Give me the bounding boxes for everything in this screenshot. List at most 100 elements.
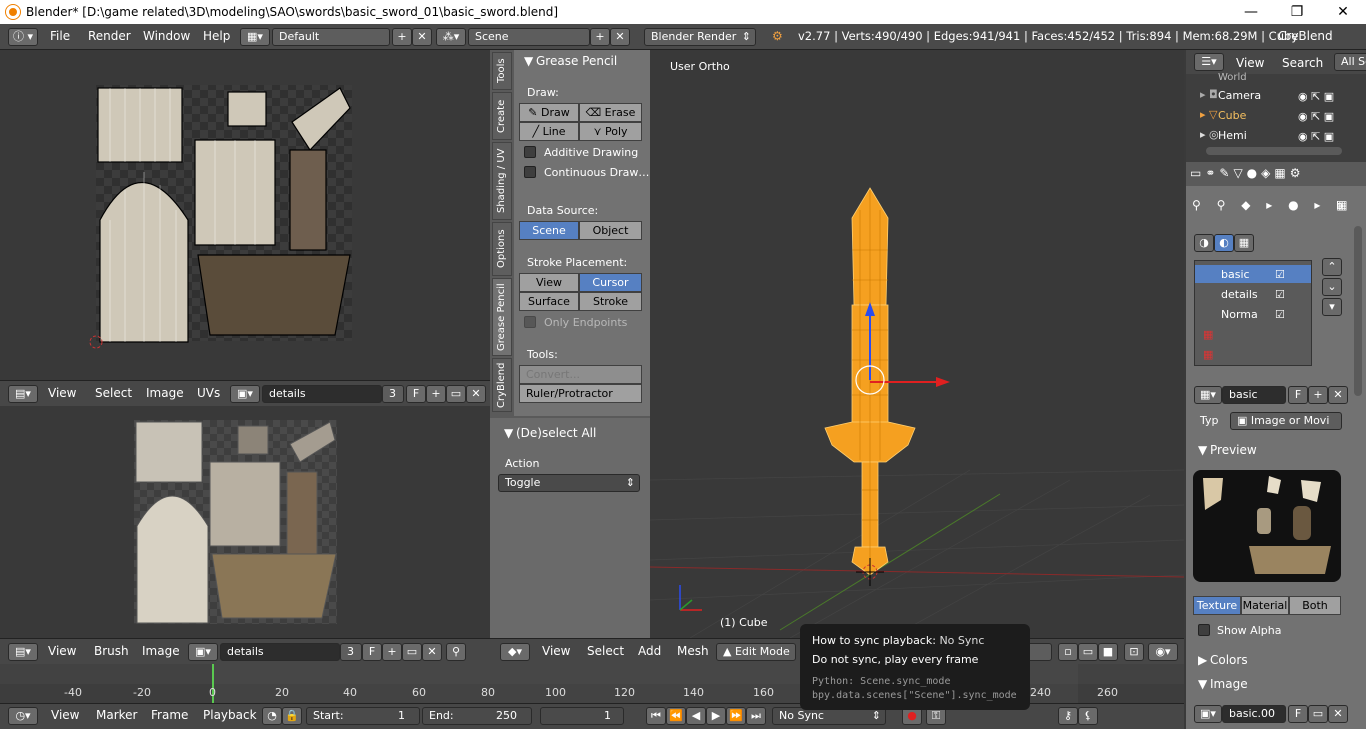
preview-tab-material[interactable]: Material: [1241, 596, 1289, 615]
preview-tab-both[interactable]: Both: [1289, 596, 1341, 615]
vp-menu-mesh[interactable]: Mesh: [677, 644, 709, 658]
tl-menu-frame[interactable]: Frame: [151, 708, 188, 722]
gp-continuous-checkbox[interactable]: [524, 166, 536, 178]
tl-jump-start-icon[interactable]: ⏮: [646, 707, 666, 725]
gp-placement-view-button[interactable]: View: [519, 273, 579, 292]
image-browse-icon[interactable]: ▣▾: [1194, 705, 1222, 723]
tab-cryblend[interactable]: CryBlend: [492, 358, 512, 412]
vp-menu-add[interactable]: Add: [638, 644, 661, 658]
tl-play-icon[interactable]: ▶: [706, 707, 726, 725]
preview-tab-texture[interactable]: Texture: [1193, 596, 1241, 615]
vp-menu-select[interactable]: Select: [587, 644, 624, 658]
image-collapse-icon[interactable]: ▼: [1198, 677, 1207, 691]
img-browse-icon[interactable]: ▣▾: [188, 643, 218, 661]
add-scene-icon[interactable]: +: [590, 28, 610, 46]
image-open-icon[interactable]: ▭: [1308, 705, 1328, 723]
img-open-image-icon[interactable]: ▭: [402, 643, 422, 661]
tl-menu-marker[interactable]: Marker: [96, 708, 137, 722]
tl-start-field[interactable]: Start: 1: [306, 707, 420, 725]
properties-context-icons[interactable]: ▭⚭✎▽●◈▦⚙: [1190, 166, 1304, 180]
editor-type-uv-icon[interactable]: ▤▾: [8, 385, 38, 403]
layout-name-field[interactable]: Default: [272, 28, 390, 46]
add-layout-icon[interactable]: +: [392, 28, 412, 46]
op-collapse-icon[interactable]: ▼: [504, 426, 513, 440]
gp-placement-surface-button[interactable]: Surface: [519, 292, 579, 311]
gp-collapse-icon[interactable]: ▼: [524, 54, 533, 68]
minimize-button[interactable]: —: [1228, 0, 1274, 24]
slot-up-icon[interactable]: ⌃: [1322, 258, 1342, 276]
menu-help[interactable]: Help: [203, 29, 230, 43]
outliner-menu-view[interactable]: View: [1236, 56, 1264, 70]
tl-end-field[interactable]: End: 250: [422, 707, 532, 725]
checkbox-checked-icon[interactable]: ☑: [1275, 268, 1285, 281]
render-engine-select[interactable]: Blender Render ⇕: [644, 28, 756, 46]
uv-unlink-image-icon[interactable]: ✕: [466, 385, 486, 403]
img-menu-brush[interactable]: Brush: [94, 644, 129, 658]
vp-proportional-edit-icon[interactable]: ◉▾: [1148, 643, 1178, 661]
outliner-item[interactable]: Cube: [1218, 109, 1246, 122]
outliner-scrollbar[interactable]: [1206, 147, 1342, 155]
img-image-name-field[interactable]: details: [220, 643, 340, 661]
img-menu-view[interactable]: View: [48, 644, 76, 658]
img-fake-user-button[interactable]: F: [362, 643, 382, 661]
texture-unlink-icon[interactable]: ✕: [1328, 386, 1348, 404]
other-texture-icon[interactable]: ▦: [1234, 234, 1254, 252]
img-new-image-icon[interactable]: +: [382, 643, 402, 661]
list-item[interactable]: basic: [1221, 268, 1250, 281]
tl-current-frame-field[interactable]: 1: [540, 707, 624, 725]
op-action-select[interactable]: Toggle ⇕: [498, 474, 640, 492]
outliner-item[interactable]: World: [1218, 72, 1247, 83]
editor-type-outliner-icon[interactable]: ☰▾: [1194, 53, 1224, 71]
tl-lock-icon[interactable]: 🔒: [282, 707, 302, 725]
tl-play-reverse-icon[interactable]: ◀: [686, 707, 706, 725]
img-menu-image[interactable]: Image: [142, 644, 180, 658]
texture-type-select[interactable]: ▣ Image or Movi: [1230, 412, 1342, 430]
gp-draw-button[interactable]: ✎ Draw: [519, 103, 579, 122]
list-item[interactable]: Norma: [1221, 308, 1258, 321]
eye-icon[interactable]: ◉ ⇱ ▣: [1298, 90, 1334, 103]
remove-scene-icon[interactable]: ✕: [610, 28, 630, 46]
gp-only-endpoints-checkbox[interactable]: [524, 316, 536, 328]
uv-editor-top[interactable]: [0, 50, 490, 380]
img-pin-icon[interactable]: ⚲: [446, 643, 466, 661]
tl-preview-range-icon[interactable]: ◔: [262, 707, 282, 725]
uv-fake-user-button[interactable]: F: [406, 385, 426, 403]
3d-viewport[interactable]: User Ortho (1) Cube: [649, 50, 1185, 639]
image-browse-icon[interactable]: ▣▾: [230, 385, 260, 403]
uv-new-image-icon[interactable]: +: [426, 385, 446, 403]
texture-slot-list[interactable]: basic details Norma ☑ ☑ ☑ ▦ ▦: [1194, 260, 1312, 366]
world-texture-icon[interactable]: ◑: [1194, 234, 1214, 252]
outliner-item[interactable]: Camera: [1218, 89, 1261, 102]
gp-source-object-button[interactable]: Object: [579, 221, 642, 240]
texture-new-icon[interactable]: +: [1308, 386, 1328, 404]
remove-layout-icon[interactable]: ✕: [412, 28, 432, 46]
uv-image-name-field[interactable]: details: [262, 385, 382, 403]
checkbox-checked-icon[interactable]: ☑: [1275, 288, 1285, 301]
image-fake-user-button[interactable]: F: [1288, 705, 1308, 723]
img-unlink-image-icon[interactable]: ✕: [422, 643, 442, 661]
uv-menu-view[interactable]: View: [48, 386, 76, 400]
vp-limit-selection-icon[interactable]: ⊡: [1124, 643, 1144, 661]
tl-menu-playback[interactable]: Playback: [203, 708, 257, 722]
gp-additive-checkbox[interactable]: [524, 146, 536, 158]
menu-file[interactable]: File: [50, 29, 70, 43]
image-name-field[interactable]: basic.00: [1222, 705, 1286, 723]
texture-name-field[interactable]: basic: [1222, 386, 1286, 404]
menu-render[interactable]: Render: [88, 29, 131, 43]
editor-type-timeline-icon[interactable]: ◷▾: [8, 707, 38, 725]
editor-type-3d-icon[interactable]: ◆▾: [500, 643, 530, 661]
preview-collapse-icon[interactable]: ▼: [1198, 443, 1207, 457]
tl-menu-view[interactable]: View: [51, 708, 79, 722]
gp-placement-stroke-button[interactable]: Stroke: [579, 292, 642, 311]
eye-icon[interactable]: ◉ ⇱ ▣: [1298, 110, 1334, 123]
show-alpha-checkbox[interactable]: [1198, 624, 1210, 636]
layout-selector-icon[interactable]: ▦▾: [240, 28, 270, 46]
gp-convert-button[interactable]: Convert...: [519, 365, 642, 384]
uv-menu-image[interactable]: Image: [146, 386, 184, 400]
gp-source-scene-button[interactable]: Scene: [519, 221, 579, 240]
vp-vertex-select-icon[interactable]: ▫: [1058, 643, 1078, 661]
eye-icon[interactable]: ◉ ⇱ ▣: [1298, 130, 1334, 143]
vp-menu-view[interactable]: View: [542, 644, 570, 658]
image-unlink-icon[interactable]: ✕: [1328, 705, 1348, 723]
tab-grease-pencil[interactable]: Grease Pencil: [492, 278, 512, 356]
